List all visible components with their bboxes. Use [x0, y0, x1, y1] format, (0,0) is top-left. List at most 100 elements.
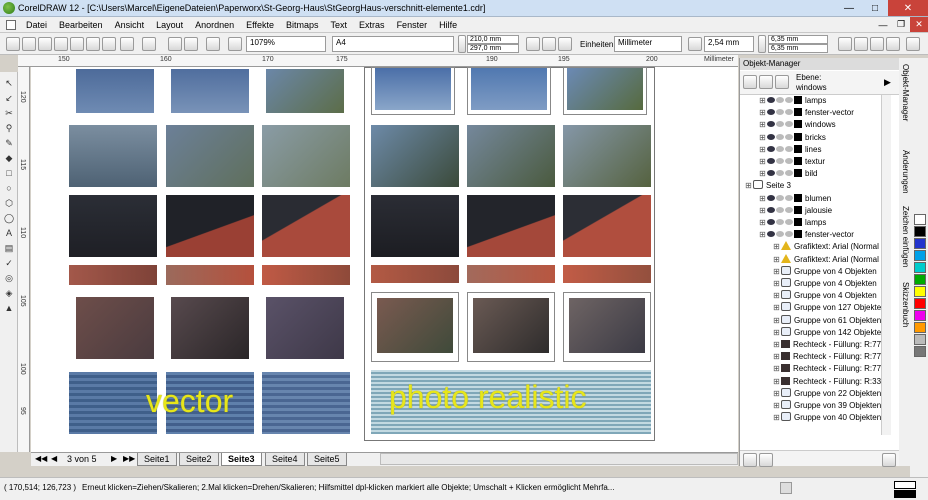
- print-icon[interactable]: [776, 133, 784, 140]
- portrait-icon[interactable]: [526, 37, 540, 51]
- outline-swatch[interactable]: [894, 490, 916, 498]
- menu-bearbeiten[interactable]: Bearbeiten: [53, 20, 109, 30]
- tree-row-layer[interactable]: ⊞ windows: [740, 119, 836, 131]
- horizontal-scrollbar[interactable]: [380, 453, 738, 465]
- photo-window-frame[interactable]: [563, 67, 647, 115]
- photo-window-frame[interactable]: [371, 67, 455, 115]
- cut-icon[interactable]: [70, 37, 84, 51]
- rectangle-tool-icon[interactable]: □: [3, 168, 15, 178]
- zoom-level-field[interactable]: 1079%: [246, 36, 326, 52]
- expand-icon[interactable]: ⊞: [772, 363, 781, 375]
- tab-seite5[interactable]: Seite5: [307, 453, 347, 466]
- minimize-button[interactable]: —: [836, 0, 862, 16]
- object-tree-scrollbar[interactable]: [881, 95, 891, 435]
- lock-icon[interactable]: [785, 121, 793, 128]
- expand-icon[interactable]: ⊞: [772, 327, 781, 339]
- duplicate-x-field[interactable]: 6,35 mm: [768, 35, 828, 44]
- snap-objects-icon[interactable]: [870, 37, 884, 51]
- tree-row-group[interactable]: ⊞ Gruppe von 40 Objekten: [740, 412, 881, 424]
- print-icon[interactable]: [776, 97, 784, 103]
- crop-tool-icon[interactable]: ✂: [3, 108, 15, 118]
- color-swatch[interactable]: [914, 250, 926, 261]
- snap-guidelines-icon[interactable]: [854, 37, 868, 51]
- snap-grid-icon[interactable]: [838, 37, 852, 51]
- expand-icon[interactable]: ⊞: [772, 412, 781, 424]
- expand-icon[interactable]: ⊞: [772, 339, 781, 351]
- menu-layout[interactable]: Layout: [150, 20, 189, 30]
- eye-icon[interactable]: [767, 158, 775, 164]
- lock-icon[interactable]: [785, 206, 793, 213]
- eye-icon[interactable]: [767, 121, 775, 128]
- tree-row-layer[interactable]: ⊞ textur: [740, 156, 825, 168]
- zoom-tool-icon[interactable]: ⚲: [3, 123, 15, 133]
- layer-manager-view-icon[interactable]: [775, 75, 789, 89]
- text-tool-icon[interactable]: A: [3, 228, 15, 238]
- tree-row-layer[interactable]: ⊞ lamps: [740, 217, 826, 229]
- tree-row-group[interactable]: ⊞ Gruppe von 4 Objekten: [740, 278, 877, 290]
- tab-seite2[interactable]: Seite2: [179, 453, 219, 466]
- paste-icon[interactable]: [102, 37, 116, 51]
- vector-window-tile[interactable]: [171, 69, 249, 113]
- vector-blind-tile[interactable]: [262, 372, 350, 434]
- lock-icon[interactable]: [785, 97, 793, 103]
- expand-icon[interactable]: ⊞: [758, 144, 767, 156]
- color-swatch[interactable]: [914, 274, 926, 285]
- interactive-fill-icon[interactable]: ▲: [3, 303, 15, 313]
- tree-row-group[interactable]: ⊞ Gruppe von 39 Objekten: [740, 400, 881, 412]
- first-page-icon[interactable]: ◀◀: [35, 454, 47, 463]
- smart-fill-icon[interactable]: ◆: [3, 153, 15, 163]
- lock-icon[interactable]: [785, 158, 793, 164]
- color-swatch[interactable]: [914, 346, 926, 357]
- tab-seite3[interactable]: Seite3: [221, 453, 262, 466]
- vector-window-tile[interactable]: [166, 195, 254, 257]
- lock-icon[interactable]: [785, 219, 793, 225]
- photo-brick-strip[interactable]: [371, 265, 459, 283]
- label-vector[interactable]: vector: [146, 383, 233, 420]
- expand-icon[interactable]: ⊞: [758, 95, 767, 107]
- tree-row-warn[interactable]: ⊞ Grafiktext: Arial (Normal: [740, 241, 879, 253]
- print-icon[interactable]: [776, 158, 784, 164]
- drawing-canvas[interactable]: vector photo realistic: [31, 67, 738, 452]
- color-swatch[interactable]: [914, 214, 926, 225]
- new-icon[interactable]: [6, 37, 20, 51]
- redo-icon[interactable]: [142, 37, 156, 51]
- duplicate-y-field[interactable]: 6,35 mm: [768, 44, 828, 53]
- prev-page-icon[interactable]: ◀: [51, 454, 57, 463]
- vector-window-tile[interactable]: [171, 297, 249, 359]
- fill-tool-icon[interactable]: ◈: [3, 288, 15, 298]
- tree-row-layer[interactable]: ⊞ fenster-vector: [740, 107, 854, 119]
- vector-window-tile[interactable]: [69, 125, 157, 187]
- ellipse-tool-icon[interactable]: ○: [3, 183, 15, 193]
- color-swatch[interactable]: [914, 298, 926, 309]
- app-launcher-icon[interactable]: [206, 37, 220, 51]
- next-page-icon[interactable]: ▶: [111, 454, 117, 463]
- print-icon[interactable]: [54, 37, 68, 51]
- vector-window-tile[interactable]: [266, 69, 344, 113]
- docker-tab-aenderungen[interactable]: Änderungen: [899, 150, 910, 194]
- photo-window-frame[interactable]: [563, 292, 651, 362]
- tree-row-group[interactable]: ⊞ Gruppe von 4 Objekten: [740, 265, 877, 278]
- docker-tab-skizzenbuch[interactable]: Skizzenbuch: [899, 282, 910, 327]
- tree-row-layer[interactable]: ⊞ bricks: [740, 132, 826, 144]
- print-icon[interactable]: [776, 231, 784, 238]
- maximize-button[interactable]: □: [862, 0, 888, 16]
- vector-brick-strip[interactable]: [69, 265, 157, 285]
- color-swatch[interactable]: [914, 334, 926, 345]
- photo-brick-strip[interactable]: [467, 265, 555, 283]
- eye-icon[interactable]: [767, 170, 775, 177]
- expand-icon[interactable]: ⊞: [758, 229, 767, 241]
- tree-row-layer[interactable]: ⊞ lines: [740, 144, 821, 156]
- tree-row-page[interactable]: ⊞ Seite 3: [740, 180, 791, 192]
- options-icon[interactable]: [886, 37, 900, 51]
- menu-bitmaps[interactable]: Bitmaps: [280, 20, 325, 30]
- page-width-field[interactable]: 210,0 mm: [467, 35, 519, 44]
- vector-window-tile[interactable]: [266, 297, 344, 359]
- photo-window-frame[interactable]: [371, 292, 459, 362]
- menu-extras[interactable]: Extras: [353, 20, 391, 30]
- edit-across-layers-icon[interactable]: [759, 75, 773, 89]
- page-height-field[interactable]: 297,0 mm: [467, 44, 519, 53]
- page-layout-icon[interactable]: [558, 37, 572, 51]
- print-icon[interactable]: [776, 170, 784, 177]
- tree-row-layer[interactable]: ⊞ blumen: [740, 193, 831, 205]
- vector-window-tile[interactable]: [166, 125, 254, 187]
